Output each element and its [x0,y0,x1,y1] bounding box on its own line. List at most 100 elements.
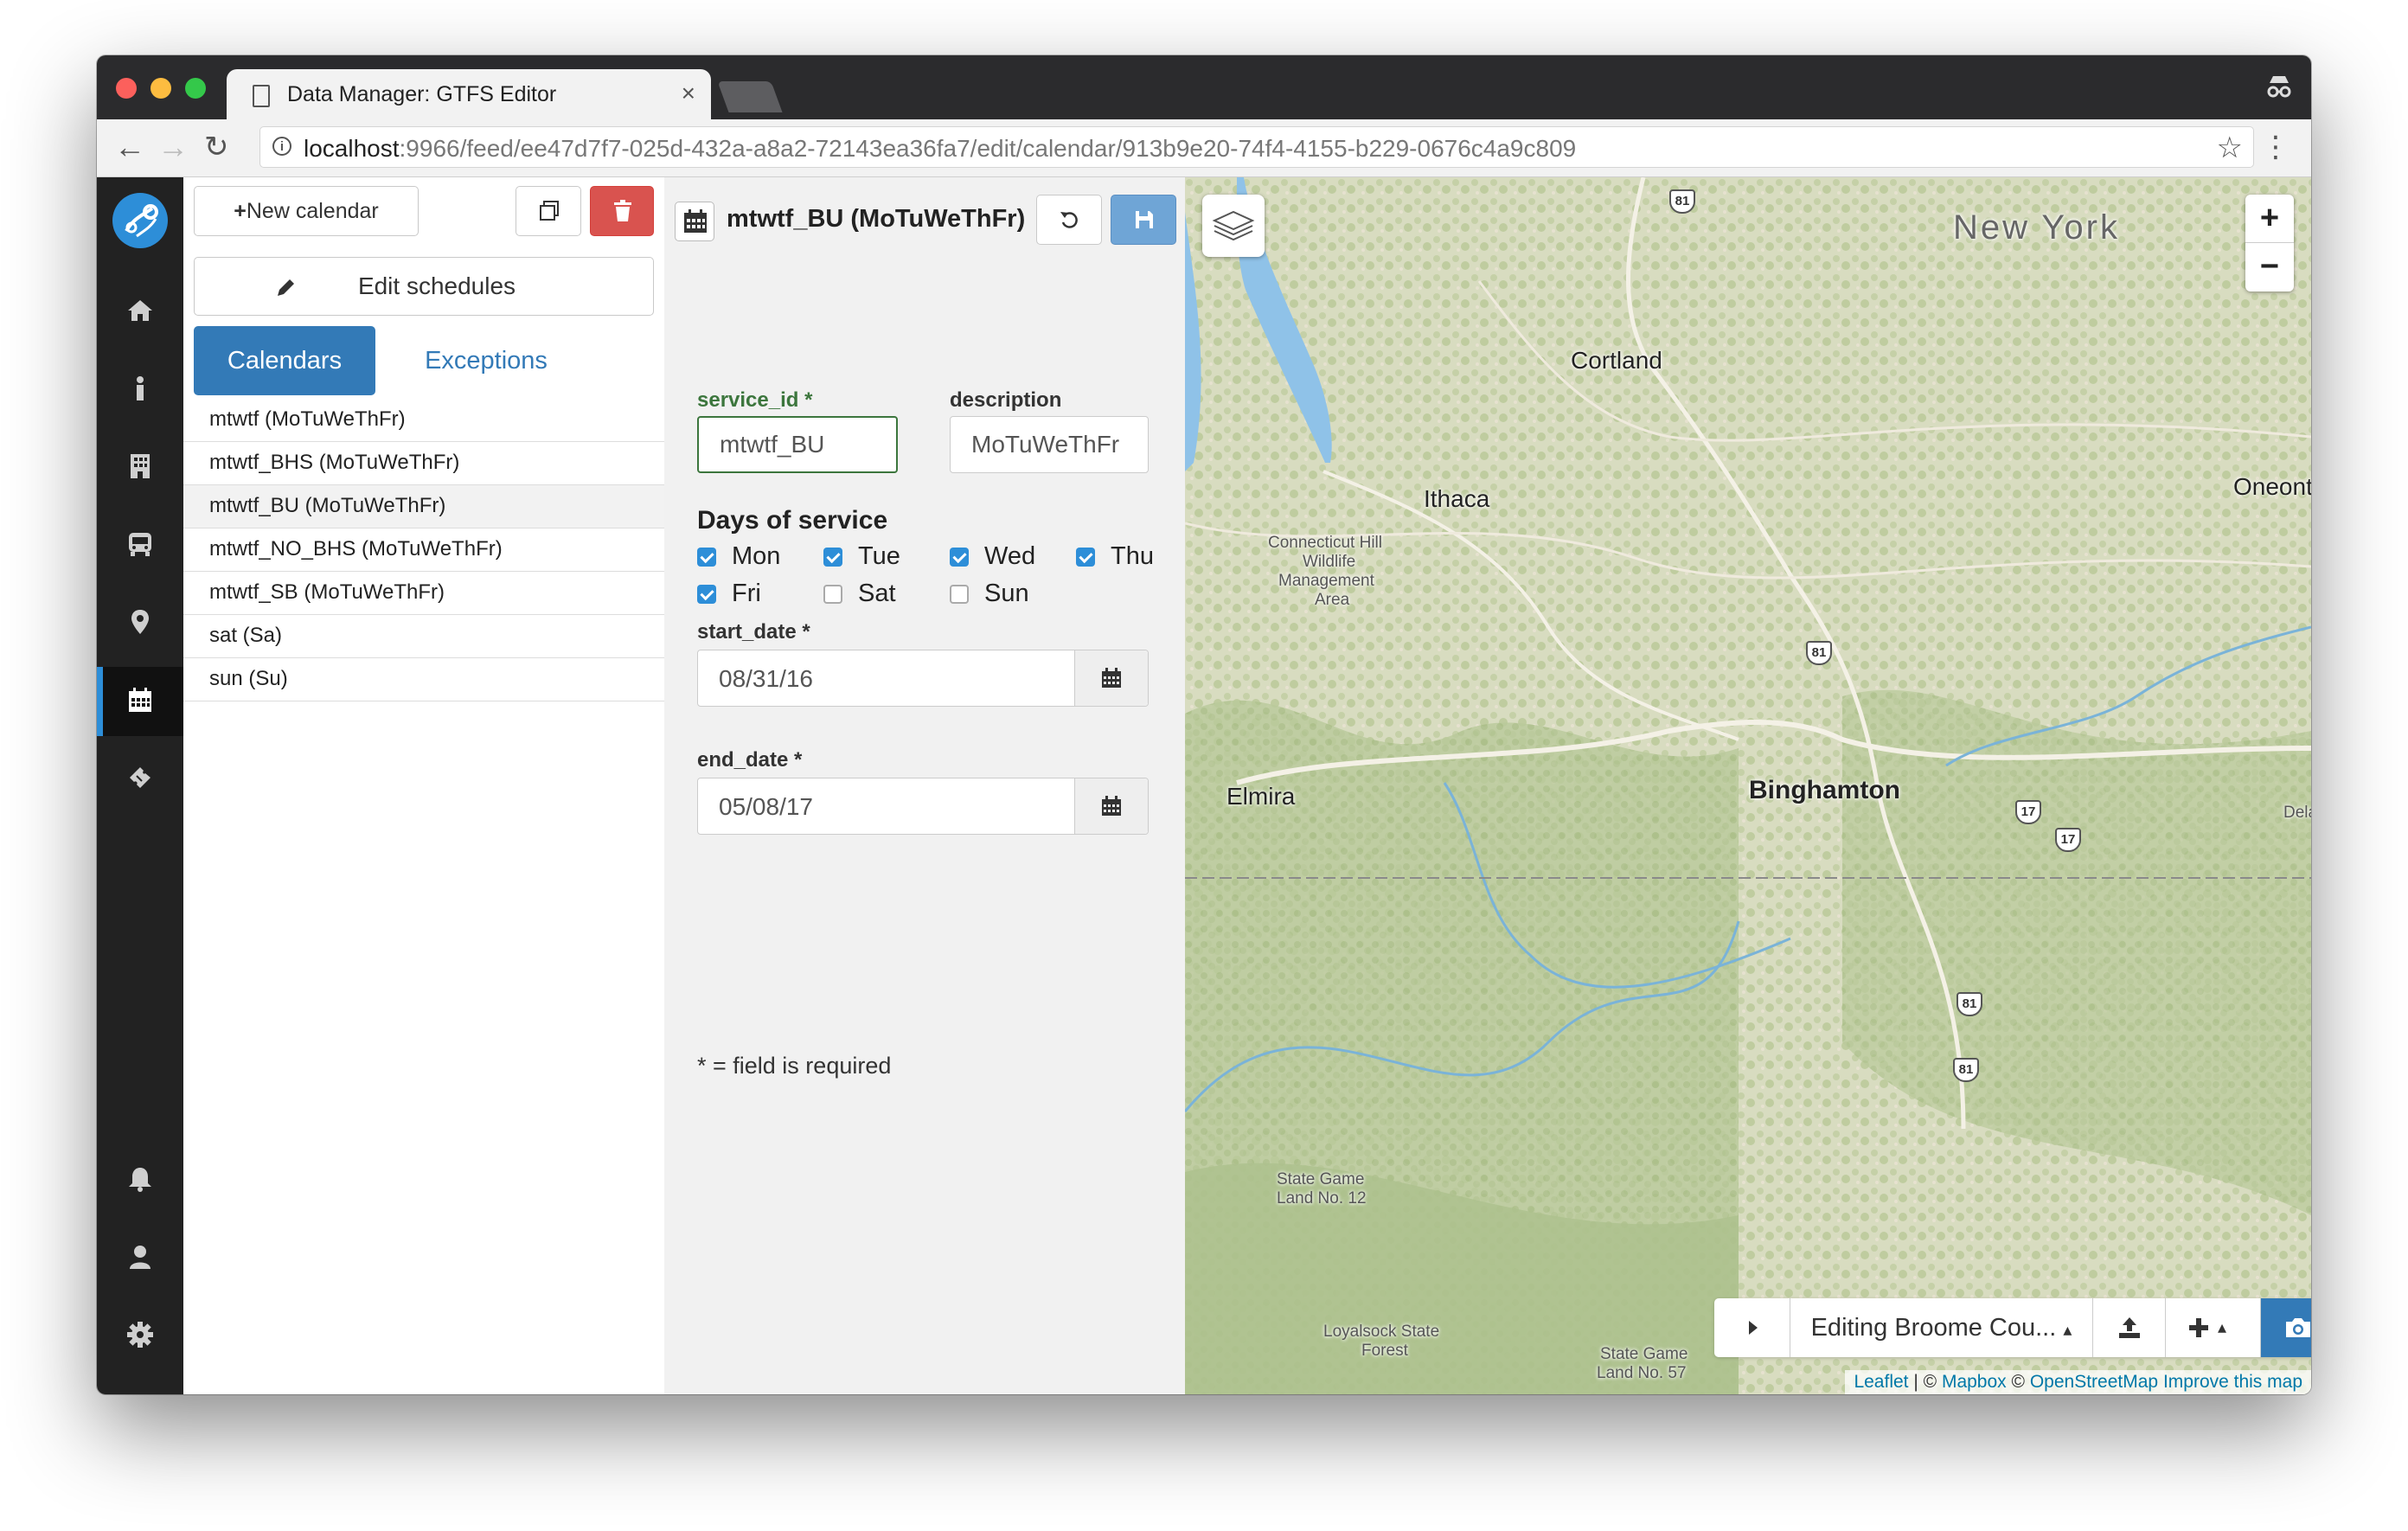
day-label: Sat [858,580,896,607]
map-attribution: Leaflet | © Mapbox © OpenStreetMap Impro… [1845,1370,2311,1394]
back-arrow-icon[interactable]: ← [114,130,145,164]
browser-menu-icon[interactable]: ⋮ [2261,130,2290,164]
app-logo-icon[interactable] [112,193,168,248]
list-item[interactable]: sat (Sa) [183,615,664,658]
calendar-icon [1102,668,1121,688]
camera-icon [2286,1318,2310,1337]
reload-icon[interactable]: ↻ [204,130,229,164]
place-label: Land No. 57 [1597,1364,1687,1382]
start-date-label: start_date * [697,620,810,644]
save-button[interactable] [1111,195,1176,245]
url-field[interactable]: i localhost:9966/feed/ee47d7f7-025d-432a… [259,126,2254,168]
add-dropdown[interactable]: ▴ [2166,1298,2261,1357]
mapbox-link[interactable]: Mapbox [1942,1372,2007,1392]
gear-icon[interactable] [97,1302,183,1371]
end-date-label: end_date * [697,748,803,772]
info-icon[interactable]: i [272,137,291,156]
list-item[interactable]: mtwtf (MoTuWeThFr) [183,399,664,442]
browser-window: Data Manager: GTFS Editor × ← → ↻ i loca… [97,55,2311,1394]
service-id-input[interactable]: mtwtf_BU [697,416,898,473]
layers-button[interactable] [1202,195,1265,257]
ticket-icon[interactable] [97,745,183,814]
play-button[interactable] [1714,1298,1790,1357]
place-label: Land No. 12 [1277,1189,1367,1208]
checkbox-wed[interactable] [950,548,969,567]
checkbox-sun[interactable] [950,585,969,604]
zoom-in-button[interactable]: + [2245,195,2294,243]
floppy-disk-icon [1136,211,1153,228]
list-item[interactable]: mtwtf_BHS (MoTuWeThFr) [183,442,664,485]
new-tab-button[interactable] [717,81,783,112]
checkbox-tue[interactable] [823,548,842,567]
caret-right-icon [1749,1321,1758,1335]
incognito-icon [2264,71,2294,100]
building-icon[interactable] [97,433,183,503]
browser-tab[interactable]: Data Manager: GTFS Editor × [227,69,711,121]
required-note: * = field is required [697,1053,892,1079]
map-marker-icon[interactable] [97,589,183,658]
place-label: Wildlife [1303,553,1356,571]
highway-shield: 81 [1953,1058,1979,1082]
undo-button[interactable] [1036,195,1102,245]
leaflet-link[interactable]: Leaflet [1854,1372,1908,1392]
checkbox-mon[interactable] [697,548,716,567]
bell-icon[interactable] [97,1146,183,1215]
title-bar: Data Manager: GTFS Editor × [97,55,2311,121]
upload-button[interactable] [2093,1298,2166,1357]
tab-calendars[interactable]: Calendars [194,326,375,395]
new-calendar-button[interactable]: +New calendar [194,186,419,236]
tab-exceptions[interactable]: Exceptions [391,326,581,395]
place-label: New York [1953,208,2120,247]
close-window-button[interactable] [116,78,137,99]
start-date-value: 08/31/16 [719,665,813,692]
app: +New calendar Edit schedules Calendars E… [97,177,2311,1394]
place-label: Oneonta [2233,473,2311,500]
user-icon[interactable] [97,1224,183,1293]
edit-schedules-button[interactable]: Edit schedules [194,257,654,316]
bus-icon[interactable] [97,511,183,580]
trash-icon [614,200,631,221]
highway-shield: 81 [1806,641,1832,665]
list-item[interactable]: sun (Su) [183,658,664,701]
list-item[interactable]: mtwtf_NO_BHS (MoTuWeThFr) [183,528,664,572]
forward-arrow-icon[interactable]: → [157,130,189,164]
day-label: Fri [732,580,761,607]
checkbox-sat[interactable] [823,585,842,604]
info-nav-icon[interactable] [97,356,183,425]
description-input[interactable]: MoTuWeThFr [950,416,1149,473]
left-nav [97,177,183,1394]
list-item[interactable]: mtwtf_SB (MoTuWeThFr) [183,572,664,615]
calendar-icon [675,202,714,241]
improve-map-link[interactable]: Improve this map [2163,1372,2302,1392]
duplicate-button[interactable] [516,186,581,236]
delete-button[interactable] [590,186,654,236]
attribution-osm-prefix: © [2006,1372,2030,1392]
snapshot-button[interactable] [2261,1298,2311,1357]
editing-dropdown[interactable]: Editing Broome Cou... ▴ [1790,1298,2093,1357]
place-label: Cortland [1571,347,1662,374]
bookmark-star-icon[interactable]: ☆ [2217,131,2243,165]
zoom-window-button[interactable] [185,78,206,99]
map[interactable]: New York Cortland Ithaca Oneonta Bingham… [1185,177,2311,1394]
minimize-window-button[interactable] [150,78,171,99]
end-date-field[interactable]: 05/08/17 [697,778,1149,835]
calendar-nav-icon[interactable] [97,667,183,736]
start-date-picker-button[interactable] [1074,650,1148,706]
checkbox-thu[interactable] [1076,548,1095,567]
start-date-field[interactable]: 08/31/16 [697,650,1149,707]
zoom-out-button[interactable]: − [2245,243,2294,291]
end-date-picker-button[interactable] [1074,778,1148,834]
osm-link[interactable]: OpenStreetMap [2030,1372,2158,1392]
tab-close-icon[interactable]: × [682,80,695,107]
checkbox-fri[interactable] [697,585,716,604]
place-label: Area [1315,591,1350,609]
home-icon[interactable] [97,278,183,347]
calendar-icon [1102,796,1121,816]
place-label: State Game [1277,1170,1365,1188]
pencil-icon [278,279,294,296]
list-item-selected[interactable]: mtwtf_BU (MoTuWeThFr) [183,485,664,528]
editing-label: Editing Broome Cou... [1810,1314,2057,1342]
place-label: Connecticut Hill [1268,534,1382,552]
day-label: Wed [984,542,1036,570]
days-of-service-heading: Days of service [697,506,888,535]
